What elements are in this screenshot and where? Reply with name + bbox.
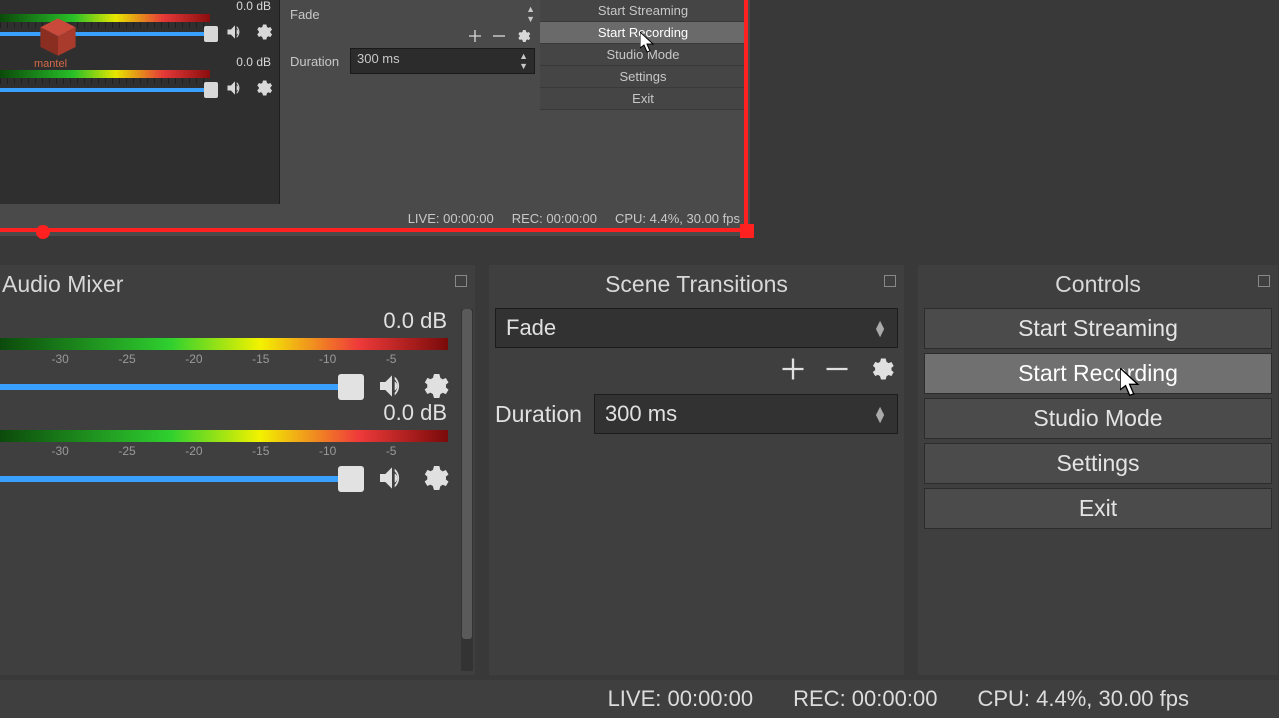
speaker-icon[interactable] [376,462,408,494]
source-3d-icon [36,14,80,58]
popout-icon[interactable] [455,275,467,287]
chevron-updown-icon: ▲▼ [526,4,535,24]
popout-icon[interactable] [1258,275,1270,287]
chevron-updown-icon: ▲▼ [519,51,528,71]
plus-icon[interactable] [467,28,483,44]
studio-mode-button[interactable]: Studio Mode [924,398,1272,439]
mini-controls: Start Streaming Start Recording Studio M… [540,0,746,110]
audio-meter-1 [0,430,448,442]
speaker-icon[interactable] [225,22,245,42]
scrollbar-thumb[interactable] [462,309,472,639]
cpu-status: CPU: 4.4%, 30.00 fps [977,686,1189,712]
resize-handle-icon[interactable] [740,224,754,238]
gear-icon[interactable] [253,78,273,98]
live-status: LIVE: 00:00:00 [608,686,754,712]
audio-meter-0 [0,338,448,350]
volume-slider-1[interactable] [0,476,338,482]
duration-input[interactable]: 300 ms ▲▼ [594,394,898,434]
mini-vol-slider-1[interactable] [0,88,204,92]
transition-select[interactable]: Fade ▲▼ [495,308,898,348]
gear-icon[interactable] [418,370,450,402]
selection-border-icon [744,0,748,231]
mini-start-recording-button[interactable]: Start Recording [540,22,746,44]
scrollbar[interactable] [461,309,473,671]
mini-audio-mixer: 0.0 dB mantel [0,0,280,204]
mini-start-streaming-button[interactable]: Start Streaming [540,0,746,22]
exit-button[interactable]: Exit [924,488,1272,529]
statusbar: LIVE: 00:00:00 REC: 00:00:00 CPU: 4.4%, … [0,680,1279,718]
mini-meter-0 [0,14,210,22]
mini-vol-slider-0[interactable] [0,32,204,36]
controls-title: Controls [918,265,1278,308]
mini-exit-button[interactable]: Exit [540,88,746,110]
gear-icon[interactable] [253,22,273,42]
gear-icon[interactable] [866,354,896,384]
popout-icon[interactable] [884,275,896,287]
audio-track-1: 0.0 dB -30 -25 -20 -15 -10 -5 [0,400,475,492]
mini-vol-thumb-1[interactable] [204,82,218,98]
volume-slider-0[interactable] [0,384,338,390]
minus-icon[interactable] [822,354,852,384]
scene-transitions-title: Scene Transitions [489,265,904,308]
start-recording-button[interactable]: Start Recording [924,353,1272,394]
duration-value: 300 ms [605,401,677,427]
resize-handle-icon[interactable] [36,225,50,239]
controls-panel: Controls Start Streaming Start Recording… [918,265,1278,675]
duration-label: Duration [495,401,582,428]
gear-icon[interactable] [418,462,450,494]
chevron-updown-icon: ▲▼ [873,320,887,336]
mini-live-status: LIVE: 00:00:00 [408,211,494,226]
db-value-1: 0.0 dB [0,400,475,426]
db-value-0: 0.0 dB [0,308,475,334]
mini-duration-label: Duration [290,54,350,69]
selection-border-icon [0,228,750,232]
audio-ticks-1: -30 -25 -20 -15 -10 -5 [0,442,448,462]
volume-thumb-1[interactable] [338,466,364,492]
audio-ticks-0: -30 -25 -20 -15 -10 -5 [0,350,448,370]
mini-duration-input[interactable]: 300 ms ▲▼ [350,48,535,74]
speaker-icon[interactable] [225,78,245,98]
chevron-updown-icon: ▲▼ [873,406,887,422]
audio-mixer-title: Audio Mixer [0,265,475,308]
mini-transition-type: Fade [290,7,320,22]
preview-panel: 0.0 dB mantel [0,0,750,236]
mini-statusbar: LIVE: 00:00:00 REC: 00:00:00 CPU: 4.4%, … [290,211,740,226]
mini-db-1: 0.0 dB [236,55,271,69]
mini-meter-1 [0,70,210,78]
mini-db-0: 0.0 dB [236,0,271,13]
transition-type: Fade [506,315,556,341]
settings-button[interactable]: Settings [924,443,1272,484]
mini-vol-thumb-0[interactable] [204,26,218,42]
mini-cpu-status: CPU: 4.4%, 30.00 fps [615,211,740,226]
mini-scene-transitions: Fade ▲▼ Duration 300 ms ▲▼ [290,0,535,70]
mini-settings-button[interactable]: Settings [540,66,746,88]
gear-icon[interactable] [515,28,531,44]
rec-status: REC: 00:00:00 [793,686,937,712]
scene-transitions-panel: Scene Transitions Fade ▲▼ Duration [489,265,904,675]
audio-track-0: 0.0 dB -30 -25 -20 -15 -10 -5 [0,308,475,400]
minus-icon[interactable] [491,28,507,44]
volume-thumb-0[interactable] [338,374,364,400]
plus-icon[interactable] [778,354,808,384]
mini-studio-mode-button[interactable]: Studio Mode [540,44,746,66]
start-streaming-button[interactable]: Start Streaming [924,308,1272,349]
mini-rec-status: REC: 00:00:00 [512,211,597,226]
speaker-icon[interactable] [376,370,408,402]
audio-mixer-panel: Audio Mixer 0.0 dB -30 -25 -20 -15 -10 -… [0,265,475,675]
mini-transition-select[interactable]: Fade ▲▼ [290,4,535,24]
